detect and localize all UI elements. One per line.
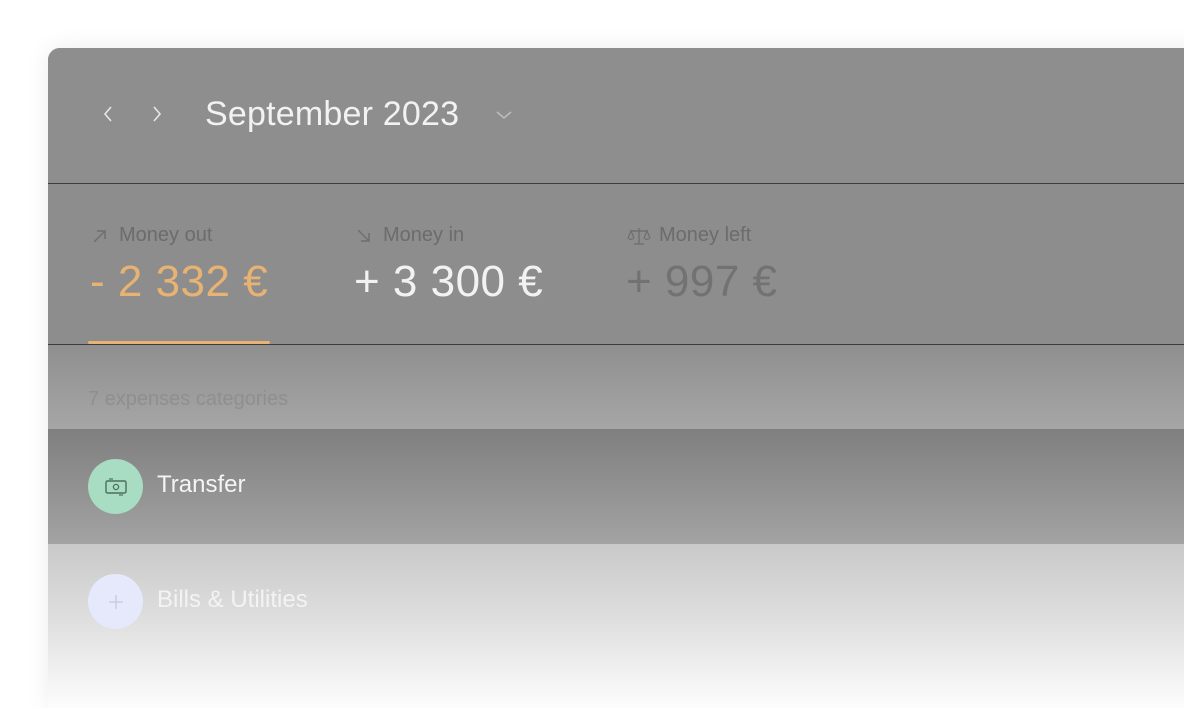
previous-month-button[interactable] (96, 102, 120, 126)
month-header: September 2023 (48, 48, 1184, 184)
money-in-label: Money in (383, 224, 465, 246)
stat-money-in[interactable]: Money in + 3 300 € (354, 224, 543, 307)
month-title[interactable]: September 2023 (205, 95, 459, 134)
money-left-label: Money left (659, 224, 752, 246)
money-left-value: + 997 € (626, 257, 778, 306)
summary-stats: Money out - 2 332 € Money in + 3 300 € M… (48, 184, 1184, 345)
chevron-down-icon[interactable] (494, 108, 514, 122)
arrow-down-right-icon (357, 228, 370, 242)
categories-count: 7 expenses categories (88, 388, 289, 410)
money-in-value: + 3 300 € (354, 257, 544, 306)
banknote-icon (104, 477, 127, 496)
budget-panel: September 2023 Money out - 2 332 € Money… (48, 48, 1184, 708)
scale-icon (627, 227, 651, 245)
active-tab-indicator (88, 341, 270, 344)
arrow-up-right-icon (93, 229, 106, 243)
plus-icon (108, 594, 123, 609)
category-icon (88, 574, 143, 629)
category-label: Bills & Utilities (157, 586, 308, 613)
category-row[interactable]: Bills & Utilities (48, 544, 1184, 708)
category-row[interactable]: Transfer (48, 429, 1184, 544)
next-month-button[interactable] (145, 102, 169, 126)
category-icon (88, 459, 143, 514)
money-out-label: Money out (119, 224, 213, 246)
chevron-right-icon (153, 106, 162, 122)
chevron-left-icon (103, 106, 112, 122)
category-label: Transfer (157, 471, 246, 498)
money-out-value: - 2 332 € (90, 257, 269, 306)
stat-money-left[interactable]: Money left + 997 € (626, 224, 778, 307)
stat-money-out[interactable]: Money out - 2 332 € (90, 224, 268, 307)
categories-caption-band: 7 expenses categories (48, 345, 1184, 429)
